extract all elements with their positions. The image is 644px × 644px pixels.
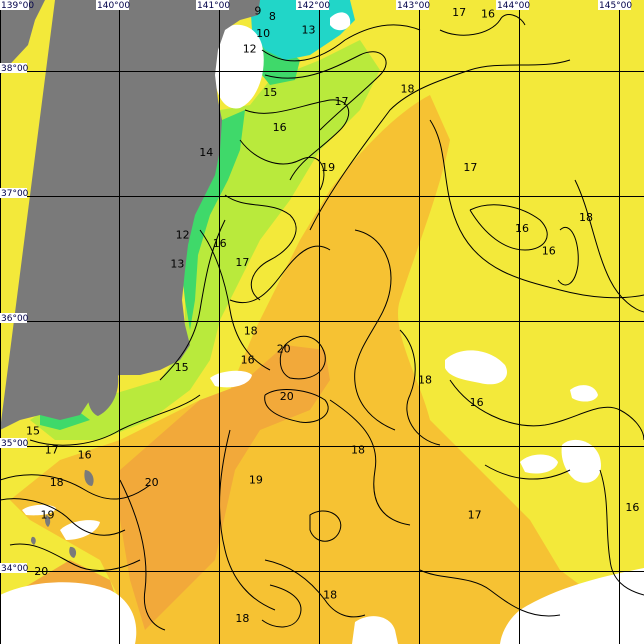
isotherm-label: 16 bbox=[213, 237, 227, 250]
longitude-label: 142°00 bbox=[297, 1, 330, 11]
isotherm-label: 9 bbox=[254, 5, 261, 18]
isotherm-label: 20 bbox=[280, 390, 294, 403]
isotherm-label: 13 bbox=[302, 24, 316, 37]
longitude-label: 143°00 bbox=[397, 1, 430, 11]
longitude-label: 145°00 bbox=[599, 1, 632, 11]
isotherm-label: 16 bbox=[515, 222, 529, 235]
isotherm-label: 16 bbox=[625, 501, 639, 514]
sea-surface-temperature-map: 139°00 140°00 141°00 142°00 143°00 144°0… bbox=[0, 0, 644, 644]
latitude-label: 38°00 bbox=[1, 64, 29, 74]
map-canvas: 139°00 140°00 141°00 142°00 143°00 144°0… bbox=[0, 0, 644, 644]
isotherm-label: 16 bbox=[78, 449, 92, 462]
isotherm-label: 17 bbox=[235, 256, 249, 269]
isotherm-label: 20 bbox=[145, 476, 159, 489]
latitude-label: 36°00 bbox=[1, 314, 29, 324]
latitude-label: 34°00 bbox=[1, 564, 29, 574]
isotherm-label: 12 bbox=[243, 42, 257, 55]
isotherm-label: 18 bbox=[401, 82, 415, 95]
isotherm-label: 19 bbox=[321, 161, 335, 174]
isotherm-label: 16 bbox=[481, 7, 495, 20]
isotherm-label: 16 bbox=[542, 245, 556, 258]
isotherm-label: 8 bbox=[269, 10, 276, 23]
isotherm-label: 12 bbox=[176, 229, 190, 242]
isotherm-label: 17 bbox=[468, 509, 482, 522]
isotherm-label: 16 bbox=[470, 396, 484, 409]
isotherm-label: 20 bbox=[277, 342, 291, 355]
isotherm-label: 17 bbox=[335, 95, 349, 108]
isotherm-label: 18 bbox=[418, 374, 432, 387]
isotherm-label: 13 bbox=[170, 257, 184, 270]
longitude-label: 141°00 bbox=[197, 1, 230, 11]
isotherm-label: 15 bbox=[263, 86, 277, 99]
isotherm-label: 20 bbox=[34, 565, 48, 578]
isotherm-label: 18 bbox=[579, 211, 593, 224]
isotherm-label: 18 bbox=[244, 325, 258, 338]
isotherm-label: 17 bbox=[45, 444, 59, 457]
isotherm-label: 14 bbox=[199, 146, 213, 159]
latitude-label: 35°00 bbox=[1, 439, 29, 449]
isotherm-label: 19 bbox=[249, 474, 263, 487]
isotherm-label: 10 bbox=[256, 27, 270, 40]
isotherm-label: 18 bbox=[351, 444, 365, 457]
longitude-label: 140°00 bbox=[97, 1, 130, 11]
isotherm-label: 17 bbox=[452, 6, 466, 19]
latitude-label: 37°00 bbox=[1, 189, 29, 199]
isotherm-label: 15 bbox=[26, 425, 40, 438]
isotherm-label: 16 bbox=[273, 121, 287, 134]
isotherm-label: 18 bbox=[50, 476, 64, 489]
isotherm-label: 19 bbox=[41, 509, 55, 522]
isotherm-label: 18 bbox=[323, 589, 337, 602]
isotherm-label: 18 bbox=[235, 612, 249, 625]
isotherm-label: 15 bbox=[175, 361, 189, 374]
longitude-label: 139°00 bbox=[1, 1, 34, 11]
longitude-label: 144°00 bbox=[497, 1, 530, 11]
isotherm-label: 16 bbox=[241, 354, 255, 367]
isotherm-label: 17 bbox=[463, 161, 477, 174]
